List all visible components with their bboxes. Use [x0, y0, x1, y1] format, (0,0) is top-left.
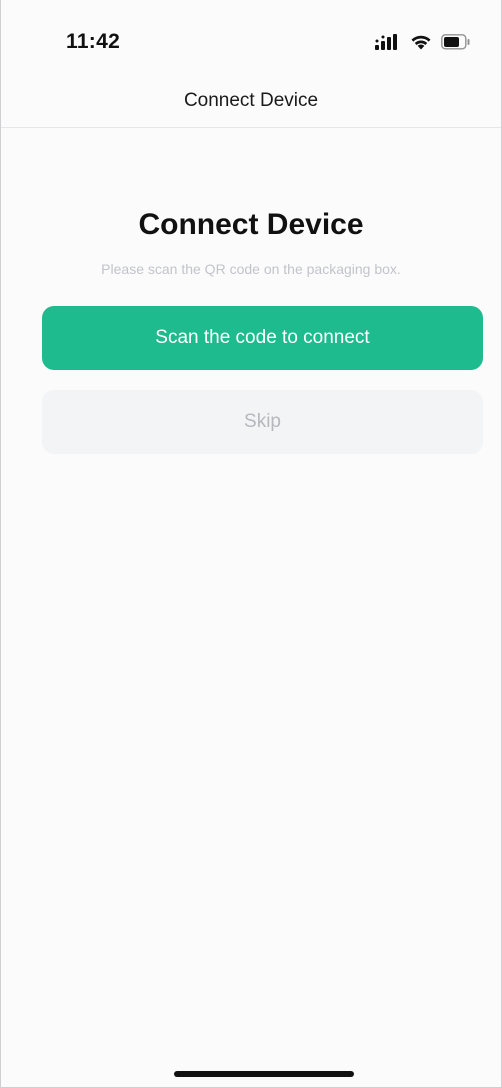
status-icons: [375, 31, 471, 53]
scan-code-button[interactable]: Scan the code to connect: [42, 306, 483, 370]
status-time: 11:42: [66, 30, 121, 53]
wifi-icon: [410, 34, 432, 50]
status-bar: 11:42: [1, 0, 501, 74]
home-indicator[interactable]: [174, 1071, 354, 1077]
page-heading: Connect Device: [138, 208, 364, 241]
scan-code-button-label: Scan the code to connect: [155, 327, 370, 348]
phone-screen: 11:42 Connect Device Connect Device Plea…: [0, 0, 502, 1088]
skip-button[interactable]: Skip: [42, 390, 483, 454]
battery-icon: [441, 34, 471, 50]
page-subtitle: Please scan the QR code on the packaging…: [101, 261, 401, 277]
skip-button-label: Skip: [244, 411, 281, 432]
cellular-signal-icon: [375, 34, 401, 50]
nav-title: Connect Device: [183, 89, 319, 111]
nav-bar: Connect Device: [1, 74, 501, 128]
